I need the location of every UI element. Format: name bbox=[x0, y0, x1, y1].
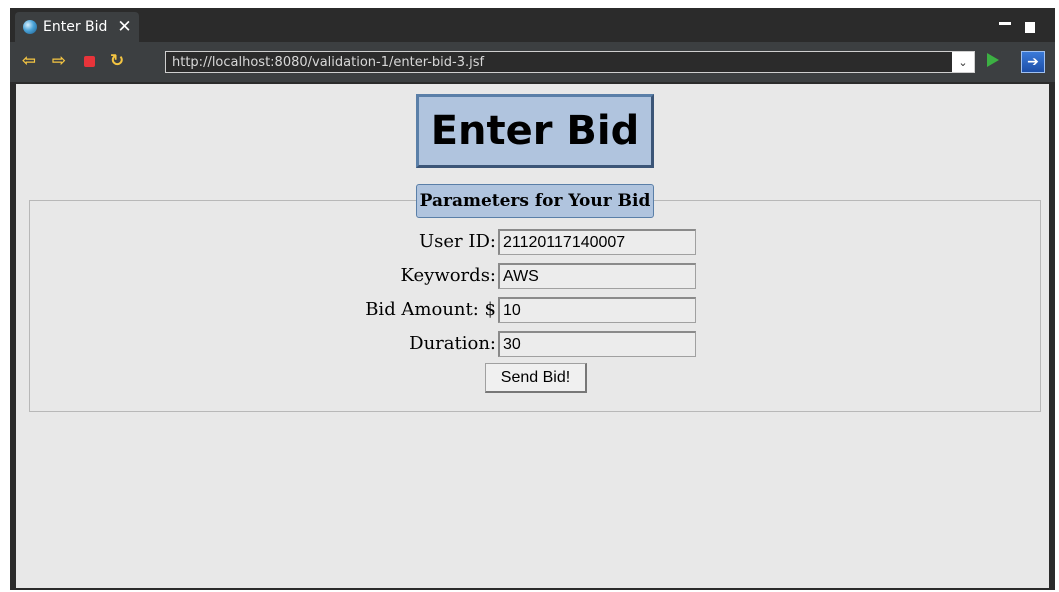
open-external-icon[interactable]: ➔ bbox=[1021, 51, 1045, 73]
bid-parameters-fieldset: Parameters for Your Bid User ID: Keyword… bbox=[29, 184, 1041, 412]
user-id-input[interactable] bbox=[498, 229, 696, 255]
duration-row: Duration: bbox=[30, 331, 1040, 357]
user-id-row: User ID: bbox=[30, 229, 1040, 255]
send-bid-button[interactable]: Send Bid! bbox=[485, 363, 587, 393]
page-title-box: Enter Bid bbox=[416, 94, 654, 168]
duration-label: Duration: bbox=[409, 333, 496, 354]
user-id-label: User ID: bbox=[419, 231, 496, 252]
maximize-icon[interactable] bbox=[1025, 22, 1035, 33]
bid-amount-label: Bid Amount: $ bbox=[365, 299, 496, 320]
bid-amount-row: Bid Amount: $ bbox=[30, 297, 1040, 323]
page-title: Enter Bid bbox=[430, 108, 640, 154]
tab-strip: Enter Bid ✕ bbox=[10, 8, 1055, 42]
bid-amount-input[interactable] bbox=[498, 297, 696, 323]
chevron-down-icon[interactable]: ⌄ bbox=[952, 52, 974, 72]
page-content: Enter Bid Parameters for Your Bid User I… bbox=[16, 84, 1049, 588]
keywords-input[interactable] bbox=[498, 263, 696, 289]
fieldset-legend: Parameters for Your Bid bbox=[416, 184, 654, 218]
go-play-icon[interactable] bbox=[987, 53, 999, 67]
minimize-icon[interactable] bbox=[999, 22, 1011, 25]
tab-title: Enter Bid bbox=[43, 19, 108, 35]
tab-enter-bid[interactable]: Enter Bid ✕ bbox=[15, 12, 139, 42]
forward-arrow-icon[interactable]: ⇨ bbox=[50, 51, 68, 71]
address-bar: ⌄ bbox=[165, 51, 975, 73]
back-arrow-icon[interactable]: ⇦ bbox=[20, 51, 38, 71]
globe-icon bbox=[23, 20, 37, 34]
browser-window: Enter Bid ✕ ⇦ ⇨ ↻ ⌄ ➔ Enter Bid Paramete… bbox=[10, 8, 1055, 590]
refresh-icon[interactable]: ↻ bbox=[108, 51, 126, 71]
close-tab-icon[interactable]: ✕ bbox=[117, 18, 131, 36]
navigation-toolbar: ⇦ ⇨ ↻ ⌄ ➔ bbox=[10, 42, 1055, 82]
stop-icon[interactable] bbox=[80, 52, 98, 70]
duration-input[interactable] bbox=[498, 331, 696, 357]
keywords-row: Keywords: bbox=[30, 263, 1040, 289]
url-input[interactable] bbox=[168, 53, 956, 71]
keywords-label: Keywords: bbox=[400, 265, 496, 286]
